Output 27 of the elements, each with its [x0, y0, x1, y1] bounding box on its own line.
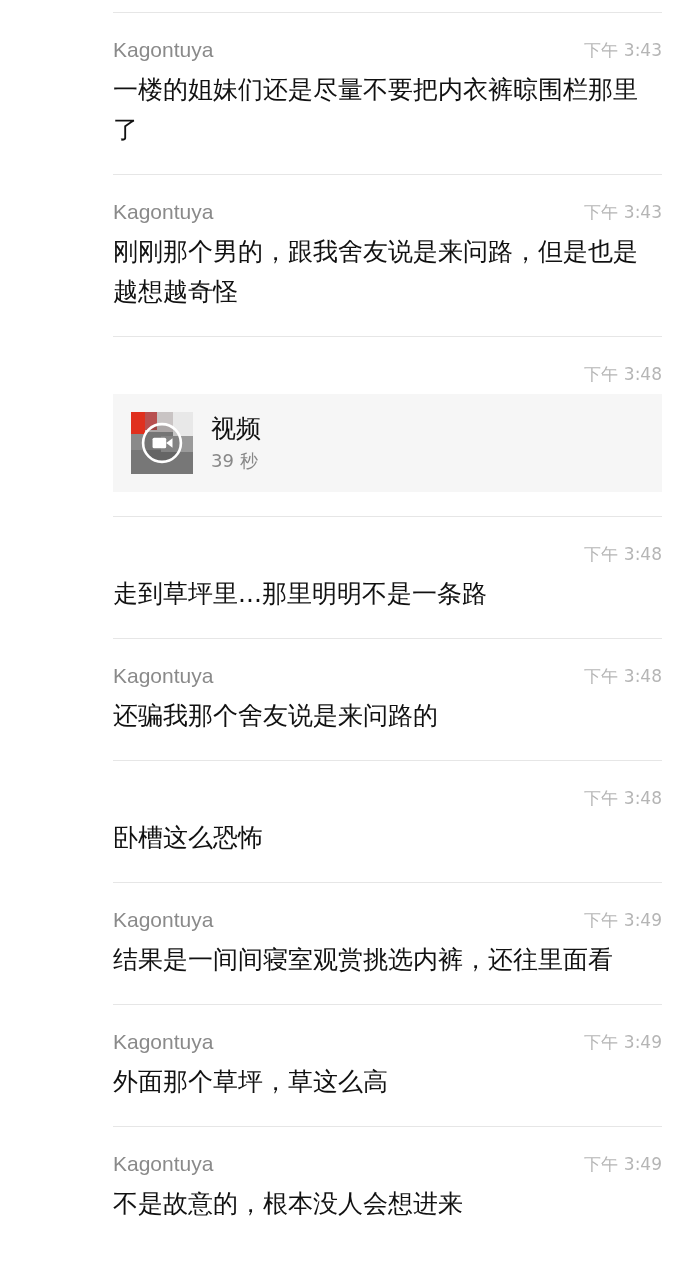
message-time: 下午 3:49 — [584, 1152, 662, 1176]
message-text: 外面那个草坪，草这么高 — [113, 1066, 389, 1098]
message-time: 下午 3:49 — [584, 1030, 662, 1054]
sender-name: Kagontuya — [113, 1152, 214, 1176]
message-text: 走到草坪里...那里明明不是一条路 — [113, 578, 488, 610]
sender-name: Kagontuya — [113, 200, 214, 224]
sender-name: Kagontuya — [113, 1030, 214, 1054]
message-time: 下午 3:43 — [584, 200, 662, 224]
message-time: 下午 3:48 — [584, 786, 662, 810]
message-time: 下午 3:48 — [584, 664, 662, 688]
video-duration: 39 秒 — [211, 449, 259, 473]
message-time: 下午 3:48 — [584, 542, 662, 566]
message-text: 结果是一间间寝室观赏挑选内裤，还往里面看 — [113, 944, 614, 976]
message-time: 下午 3:43 — [584, 38, 662, 62]
sender-name: Kagontuya — [113, 664, 214, 688]
message-text: 不是故意的，根本没人会想进来 — [113, 1188, 464, 1220]
message-text: 还骗我那个舍友说是来问路的 — [113, 700, 439, 732]
video-icon — [141, 422, 183, 464]
sender-name: Kagontuya — [113, 908, 214, 932]
message-text: 刚刚那个男的，跟我舍友说是来问路，但是也是越想越奇怪 — [113, 236, 639, 308]
message-time: 下午 3:48 — [584, 362, 662, 386]
video-card[interactable]: 视频 39 秒 — [113, 394, 662, 492]
video-title: 视频 — [211, 413, 261, 445]
sender-name: Kagontuya — [113, 38, 214, 62]
message-time: 下午 3:49 — [584, 908, 662, 932]
message-text: 一楼的姐妹们还是尽量不要把内衣裤晾围栏那里了 — [113, 74, 639, 146]
message-text: 卧槽这么恐怖 — [113, 822, 264, 854]
